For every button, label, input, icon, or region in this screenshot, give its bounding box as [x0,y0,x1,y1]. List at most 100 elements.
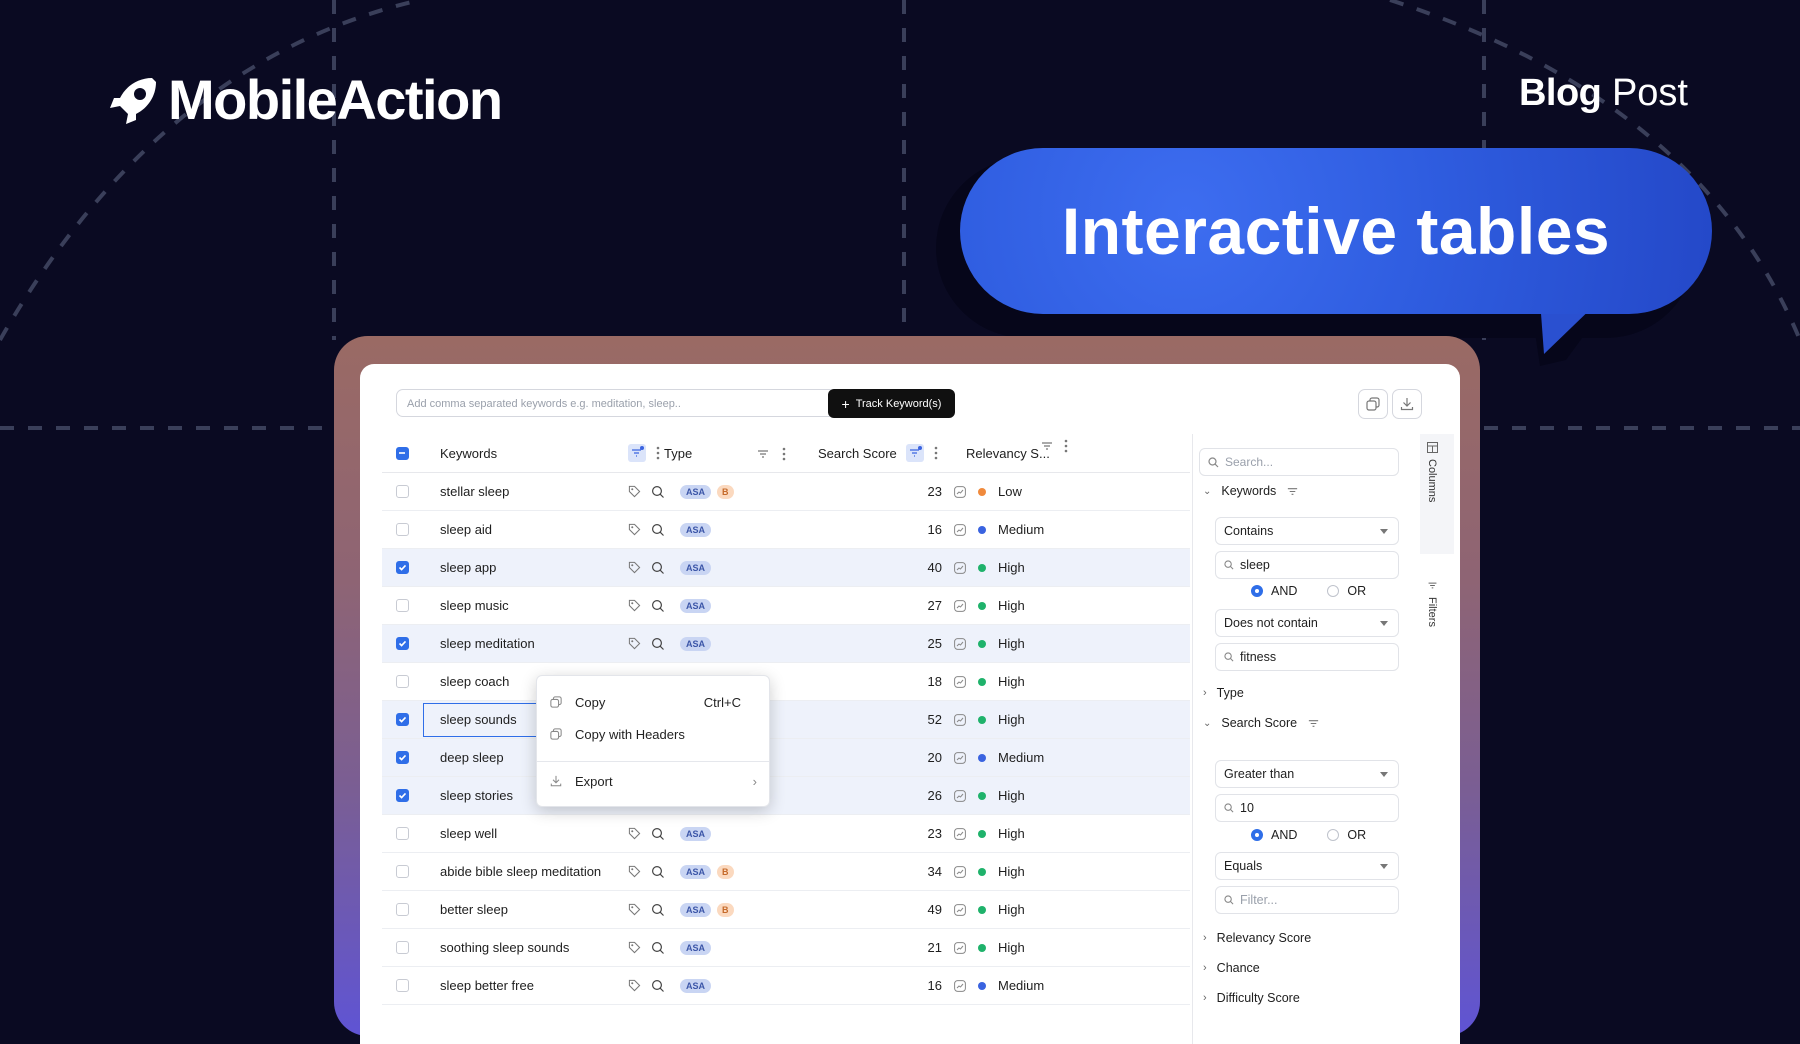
tag-icon[interactable] [628,827,641,840]
chart-icon[interactable] [954,903,966,916]
filter-section-keywords[interactable]: ⌄ Keywords [1203,484,1299,498]
tag-icon[interactable] [628,903,641,916]
table-row[interactable]: better sleep ASA B 49 High [382,891,1190,929]
row-checkbox[interactable] [395,941,409,954]
more-vertical-icon[interactable] [934,446,938,460]
keyword-cell[interactable]: sleep aid [422,522,664,537]
search-icon[interactable] [651,637,665,651]
filter-section-relevancy[interactable]: › Relevancy Score [1203,931,1311,945]
search-icon[interactable] [651,523,665,537]
keywords-condition-1-select[interactable]: Contains [1215,517,1399,545]
filter-section-difficulty[interactable]: › Difficulty Score [1203,991,1300,1005]
keyword-cell[interactable]: sleep well [422,826,664,841]
table-row[interactable]: sleep app ASA 40 High [382,549,1190,587]
chart-icon[interactable] [954,979,966,992]
chart-icon[interactable] [954,751,966,764]
track-keywords-button[interactable]: + Track Keyword(s) [828,389,955,418]
search-icon[interactable] [651,599,665,613]
more-vertical-icon[interactable] [782,447,786,461]
download-toolbar-button[interactable] [1392,389,1422,419]
chart-icon[interactable] [954,599,966,612]
header-keywords[interactable]: Keywords [422,444,660,462]
keywords-value-1-input[interactable]: sleep [1215,551,1399,579]
menu-item-copy-with-headers[interactable]: Copy with Headers [537,720,769,748]
table-row[interactable]: sleep coachASAB18High [382,663,1190,701]
filter-section-search-score[interactable]: ⌄ Search Score [1203,716,1320,730]
row-checkbox[interactable] [395,751,409,764]
more-vertical-icon[interactable] [1064,439,1068,453]
chart-icon[interactable] [954,523,966,536]
table-row[interactable]: abide bible sleep meditation ASA B 34 High [382,853,1190,891]
tag-icon[interactable] [628,599,641,612]
table-row[interactable]: soothing sleep sounds ASA 21 High [382,929,1190,967]
header-type[interactable]: Type [642,446,802,461]
tag-icon[interactable] [628,941,641,954]
search-icon[interactable] [651,979,665,993]
row-checkbox[interactable] [395,485,409,498]
chart-icon[interactable] [954,941,966,954]
filter-section-chance[interactable]: › Chance [1203,961,1260,975]
search-icon[interactable] [651,903,665,917]
tag-icon[interactable] [628,523,641,536]
copy-toolbar-button[interactable] [1358,389,1388,419]
header-search-score[interactable]: Search Score [802,443,952,462]
search-score-value-2-input[interactable]: Filter... [1215,886,1399,914]
search-icon[interactable] [651,561,665,575]
filters-search-input[interactable]: Search... [1199,448,1399,476]
search-icon[interactable] [651,827,665,841]
chart-icon[interactable] [954,789,966,802]
table-row[interactable]: sleep soundsASA52High [382,701,1190,739]
table-row[interactable]: sleep better free ASA 16 Medium [382,967,1190,1005]
search-score-condition-1-select[interactable]: Greater than [1215,760,1399,788]
row-checkbox[interactable] [395,865,409,878]
filter-icon[interactable] [1040,439,1054,453]
keywords-value-2-input[interactable]: fitness [1215,643,1399,671]
chart-icon[interactable] [954,713,966,726]
row-checkbox[interactable] [395,523,409,536]
search-icon[interactable] [651,865,665,879]
keyword-cell[interactable]: sleep music [422,598,664,613]
tag-icon[interactable] [628,561,641,574]
row-checkbox[interactable] [395,903,409,916]
row-checkbox[interactable] [395,675,409,688]
table-row[interactable]: deep sleepASA20Medium [382,739,1190,777]
keyword-cell[interactable]: sleep better free [422,978,664,993]
chart-icon[interactable] [954,637,966,650]
search-icon[interactable] [651,941,665,955]
and-radio[interactable]: AND [1251,584,1297,598]
select-all-checkbox[interactable] [395,446,409,460]
filter-icon[interactable] [756,447,770,461]
keyword-cell[interactable]: soothing sleep sounds [422,940,664,955]
search-score-condition-2-select[interactable]: Equals [1215,852,1399,880]
chart-icon[interactable] [954,675,966,688]
or-radio[interactable]: OR [1327,828,1366,842]
search-score-value-1-input[interactable]: 10 [1215,794,1399,822]
chart-icon[interactable] [954,485,966,498]
table-row[interactable]: sleep music ASA 27 High [382,587,1190,625]
keyword-cell[interactable]: sleep meditation [422,636,664,651]
tag-icon[interactable] [628,637,641,650]
chart-icon[interactable] [954,827,966,840]
keyword-cell[interactable]: stellar sleep [422,484,664,499]
row-checkbox[interactable] [395,827,409,840]
tag-icon[interactable] [628,865,641,878]
chart-icon[interactable] [954,561,966,574]
table-row[interactable]: sleep meditation ASA 25 High [382,625,1190,663]
chart-icon[interactable] [954,865,966,878]
search-icon[interactable] [651,485,665,499]
columns-tab[interactable]: Columns [1418,442,1446,502]
table-row[interactable]: sleep aid ASA 16 Medium [382,511,1190,549]
row-checkbox[interactable] [395,599,409,612]
keyword-cell[interactable]: sleep app [422,560,664,575]
filters-tab[interactable]: Filters [1418,580,1446,627]
row-checkbox[interactable] [395,789,409,802]
keyword-input[interactable]: Add comma separated keywords e.g. medita… [396,389,836,417]
or-radio[interactable]: OR [1327,584,1366,598]
tag-icon[interactable] [628,979,641,992]
keyword-cell[interactable]: abide bible sleep meditation [422,864,664,879]
menu-item-copy[interactable]: Copy Ctrl+C [537,688,769,716]
header-relevancy[interactable]: Relevancy S... [952,439,1072,461]
table-row[interactable]: sleep storiesASA26High [382,777,1190,815]
filter-section-type[interactable]: › Type [1203,686,1244,700]
tag-icon[interactable] [628,485,641,498]
